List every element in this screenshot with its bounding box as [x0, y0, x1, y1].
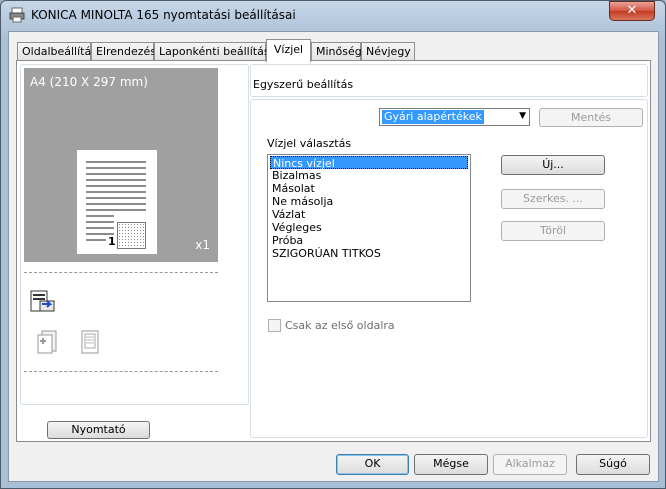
list-item[interactable]: Próba	[270, 234, 468, 247]
watermark-tab-panel: A4 (210 X 297 mm) 1 x1 Nyomtató Egyszerű…	[16, 60, 651, 442]
page-thumbnail: 1	[77, 150, 157, 254]
first-page-only-checkbox[interactable]	[268, 319, 281, 332]
copies-count: x1	[195, 238, 210, 252]
tab-per-page-settings[interactable]: Laponkénti beállítás	[154, 42, 270, 61]
list-item[interactable]: Nincs vízjel	[270, 156, 468, 170]
window-title: KONICA MINOLTA 165 nyomtatási beállítása…	[31, 8, 296, 22]
dialog-client: Oldalbeállítás Elrendezés Laponkénti beá…	[8, 31, 659, 482]
edit-watermark-button[interactable]: Szerkes. ...	[501, 189, 605, 209]
watermark-list[interactable]: Nincs vízjel Bizalmas Másolat Ne másolja…	[267, 154, 471, 302]
list-item[interactable]: Vázlat	[270, 208, 468, 221]
page-preview: A4 (210 X 297 mm) 1 x1	[24, 68, 218, 262]
print-settings-window: KONICA MINOLTA 165 nyomtatási beállítása…	[0, 0, 666, 489]
option-icons-area	[24, 272, 218, 372]
printer-button[interactable]: Nyomtató	[47, 421, 150, 439]
title-bar: KONICA MINOLTA 165 nyomtatási beállítása…	[1, 1, 665, 31]
page-number: 1	[108, 235, 116, 248]
paper-size-label: A4 (210 X 297 mm)	[30, 75, 148, 89]
help-button[interactable]: Súgó	[576, 454, 650, 475]
list-item[interactable]: SZIGORÚAN TITKOS	[270, 247, 468, 260]
close-button[interactable]: ✕	[609, 1, 655, 21]
first-page-only-label: Csak az első oldalra	[285, 319, 395, 332]
ok-button[interactable]: OK	[336, 454, 409, 475]
quick-settings-label: Egyszerű beállítás	[253, 78, 354, 91]
list-item[interactable]: Végleges	[270, 221, 468, 234]
tab-page-setup[interactable]: Oldalbeállítás	[17, 42, 97, 61]
list-item[interactable]: Másolat	[270, 182, 468, 195]
tab-quality[interactable]: Minőség	[311, 42, 362, 61]
list-item[interactable]: Ne másolja	[270, 195, 468, 208]
printer-icon	[9, 7, 25, 23]
stamp-preview	[117, 222, 146, 249]
cancel-button[interactable]: Mégse	[414, 454, 488, 475]
apply-button[interactable]: Alkalmaz	[493, 454, 567, 475]
duplex-icon	[37, 330, 57, 354]
watermark-group-label: Vízjel választás	[267, 137, 352, 150]
booklet-icon	[81, 330, 99, 354]
preview-group: A4 (210 X 297 mm) 1 x1 Nyomtató	[20, 64, 249, 439]
printer-output-icon	[30, 290, 55, 312]
delete-watermark-button[interactable]: Töröl	[501, 221, 605, 241]
list-item[interactable]: Bizalmas	[270, 169, 468, 182]
new-watermark-button[interactable]: Új...	[501, 155, 605, 175]
tab-watermark[interactable]: Vízjel	[266, 39, 311, 62]
tab-about[interactable]: Névjegy	[361, 42, 415, 61]
tab-layout[interactable]: Elrendezés	[91, 42, 156, 61]
